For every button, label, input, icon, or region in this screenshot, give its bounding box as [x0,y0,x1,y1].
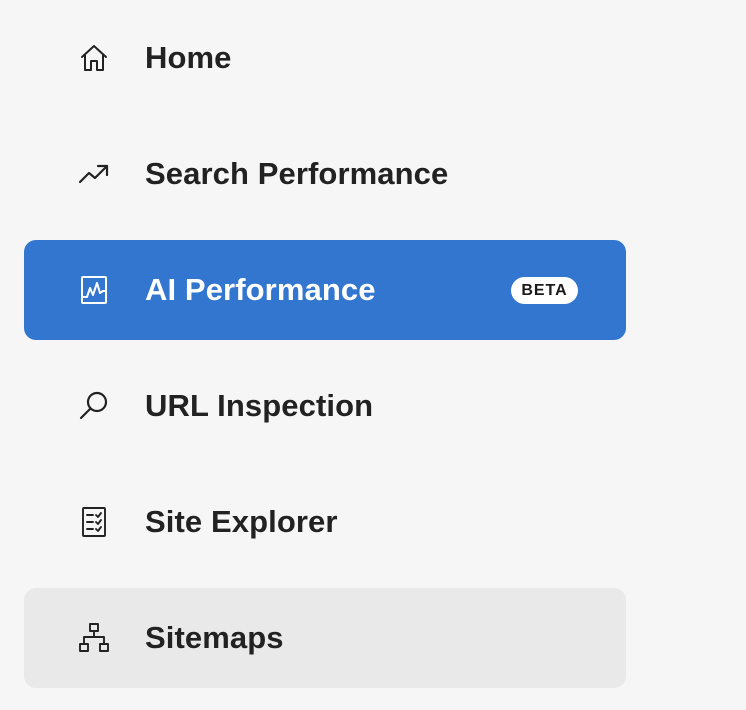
chart-frame-icon [78,274,110,306]
sidebar-item-label: Home [145,40,232,75]
beta-badge: BETA [511,277,578,304]
sidebar-item-home[interactable]: Home [24,8,626,108]
sidebar-item-search-performance[interactable]: Search Performance [24,124,626,224]
trending-up-icon [78,158,110,190]
magnifier-icon [78,390,110,422]
sidebar-item-label: AI Performance [145,272,376,307]
sidebar-item-site-explorer[interactable]: Site Explorer [24,472,626,572]
sidebar-item-sitemaps[interactable]: Sitemaps [24,588,626,688]
sidebar-item-label: Site Explorer [145,504,338,539]
sidebar-item-label: Sitemaps [145,620,284,655]
sitemap-icon [78,622,110,654]
checklist-icon [78,506,110,538]
home-icon [78,42,110,74]
sidebar-item-label: URL Inspection [145,388,374,423]
sidebar-item-ai-performance[interactable]: AI Performance BETA [24,240,626,340]
sidebar-item-url-inspection[interactable]: URL Inspection [24,356,626,456]
sidebar-item-label: Search Performance [145,156,449,191]
